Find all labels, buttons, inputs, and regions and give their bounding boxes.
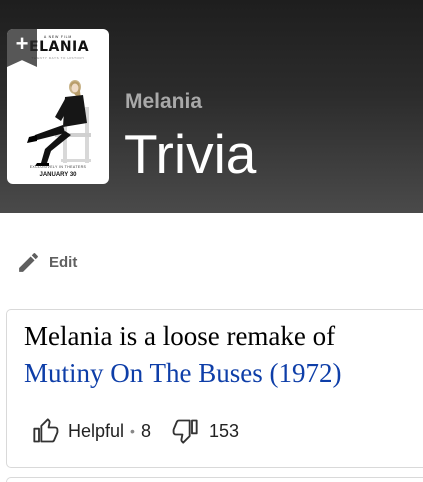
not-helpful-button[interactable]: 153 — [171, 417, 239, 445]
movie-poster[interactable]: + A NEW FILM ELANIA TWENTY DAYS TO HISTO… — [7, 29, 109, 184]
poster-release-date: JANUARY 30 — [39, 172, 77, 178]
plus-icon: + — [15, 31, 29, 56]
hero-header: + A NEW FILM ELANIA TWENTY DAYS TO HISTO… — [0, 0, 423, 213]
pencil-icon — [19, 252, 38, 272]
add-to-watchlist-button[interactable]: + — [7, 29, 37, 67]
helpful-button[interactable]: Helpful — [32, 417, 124, 445]
helpful-label: Helpful — [68, 420, 125, 441]
page-title: Trivia — [124, 123, 257, 185]
separator-dot: • — [130, 423, 135, 439]
trivia-text-prefix: Melania is a loose remake of — [24, 321, 336, 351]
thumbs-down-icon — [172, 419, 198, 444]
next-trivia-card-edge — [6, 477, 423, 482]
movie-name-link[interactable]: Melania — [125, 90, 202, 114]
trivia-text: Melania is a loose remake of Mutiny On T… — [24, 318, 423, 392]
edit-label: Edit — [49, 253, 78, 271]
not-helpful-count: 153 — [208, 420, 239, 441]
poster-release-text: EXCLUSIVELY IN THEATERS — [29, 165, 87, 169]
poster-figure-illustration — [27, 80, 91, 166]
trivia-movie-link[interactable]: Mutiny On The Buses (1972) — [24, 358, 342, 388]
vote-row: Helpful • 8 153 — [32, 416, 239, 446]
thumbs-up-icon — [33, 418, 59, 443]
edit-button[interactable]: Edit — [16, 248, 77, 276]
helpful-count: 8 — [140, 420, 151, 441]
poster-title: ELANIA — [29, 39, 90, 55]
trivia-item-card: Melania is a loose remake of Mutiny On T… — [6, 309, 423, 468]
